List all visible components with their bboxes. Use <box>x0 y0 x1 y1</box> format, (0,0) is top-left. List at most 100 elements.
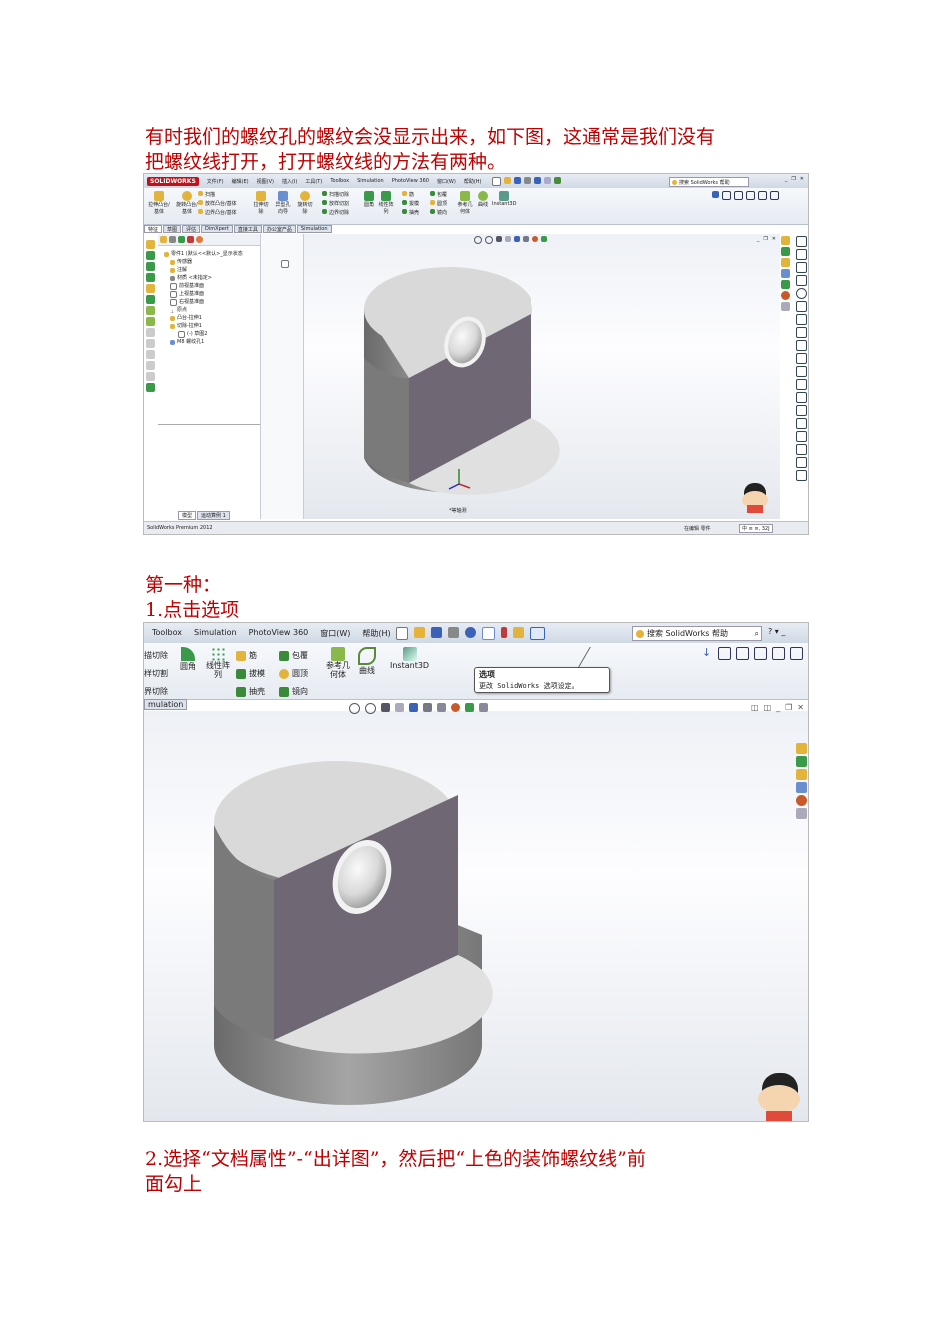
sweep-cut-button[interactable]: 扫描切除 <box>322 191 349 200</box>
appearances-icon[interactable] <box>796 795 807 806</box>
offset-icon[interactable] <box>796 405 807 416</box>
wrap-button[interactable]: 包覆 <box>279 647 308 665</box>
view-orientation-icon[interactable] <box>409 703 418 712</box>
rebuild-icon[interactable] <box>501 627 507 638</box>
tree-item-material[interactable]: 材质 <未指定> <box>164 274 260 282</box>
viewport-tile-icon[interactable]: ◫ <box>751 703 759 712</box>
property-tab-icon[interactable] <box>169 236 176 243</box>
previous-view-icon[interactable] <box>381 703 390 712</box>
repair-icon[interactable] <box>796 470 807 481</box>
rib-button[interactable]: 筋 <box>236 647 265 665</box>
menu-simulation[interactable]: Simulation <box>194 628 237 639</box>
dimxpert-tab-icon[interactable] <box>187 236 194 243</box>
options-icon[interactable] <box>530 627 545 640</box>
restore-icon[interactable]: ❐ <box>791 176 795 182</box>
help-search-input[interactable]: 搜索 SolidWorks 帮助 <box>669 177 749 187</box>
task-icon-12[interactable] <box>146 361 155 370</box>
help-search-input[interactable]: 搜索 SolidWorks 帮助 ⌕ <box>632 626 762 641</box>
new-icon[interactable] <box>491 176 501 186</box>
menu-toolbox[interactable]: Toolbox <box>152 628 182 639</box>
instant3d-button[interactable]: Instant3D <box>492 191 516 215</box>
tab-simulation[interactable]: mulation <box>144 699 188 710</box>
graphics-viewport[interactable]: ◫ ◫ _ ❐ ✕ <box>144 703 808 1121</box>
tree-item-top-plane[interactable]: 上视基准面 <box>164 290 260 298</box>
hole-wizard-button[interactable]: 异型孔向导 <box>274 191 292 215</box>
reference-geometry-button[interactable]: 参考几何体 <box>324 647 352 679</box>
iso-view-icon[interactable] <box>772 647 785 660</box>
viewport-restore-icon[interactable]: ❐ <box>763 236 767 242</box>
mirror-entities-icon[interactable] <box>796 392 807 403</box>
boundary-boss-button[interactable]: 边界凸台/基体 <box>198 209 237 218</box>
menu-help[interactable]: 帮助(H) <box>464 178 482 185</box>
view-orientation-icon[interactable]: ↓ <box>702 647 713 658</box>
right-view-icon[interactable] <box>746 191 755 200</box>
tab-sketch[interactable]: 草图 <box>163 225 182 233</box>
shell-button[interactable]: 抽壳 <box>236 683 265 701</box>
undo-icon[interactable] <box>533 176 541 184</box>
loft-boss-button[interactable]: 放样凸台/基体 <box>198 200 237 209</box>
menu-view[interactable]: 视图(V) <box>257 178 274 185</box>
file-explorer-icon[interactable] <box>796 769 807 780</box>
instant3d-button[interactable]: Instant3D <box>390 647 429 679</box>
viewport-minimize-icon[interactable]: _ <box>757 236 760 242</box>
close-icon[interactable]: ✕ <box>800 176 804 182</box>
dimetric-view-icon[interactable] <box>790 647 803 660</box>
resources-icon[interactable] <box>796 743 807 754</box>
open-icon[interactable] <box>414 627 425 638</box>
boundary-cut-button[interactable]: 边界切除 <box>322 209 349 218</box>
select-icon[interactable] <box>543 176 551 184</box>
menu-insert[interactable]: 插入(I) <box>282 178 297 185</box>
select-icon[interactable] <box>482 627 495 640</box>
zoom-to-fit-icon[interactable] <box>349 703 360 714</box>
tree-item-boss-extrude[interactable]: 凸台-拉伸1 <box>164 314 260 322</box>
task-icon-10[interactable] <box>146 339 155 348</box>
view-palette-icon[interactable] <box>796 782 807 793</box>
tree-item-annotations[interactable]: 注解 <box>164 266 260 274</box>
task-icon-8[interactable] <box>146 317 155 326</box>
fillet-sketch-icon[interactable] <box>796 340 807 351</box>
options-icon[interactable] <box>553 176 561 184</box>
task-icon-7[interactable] <box>146 306 155 315</box>
undo-icon[interactable] <box>465 627 476 638</box>
save-icon[interactable] <box>431 627 442 638</box>
task-icon-2[interactable] <box>146 251 155 260</box>
search-icon[interactable] <box>781 269 790 278</box>
viewport-tile2-icon[interactable]: ◫ <box>764 703 772 712</box>
scene-icon[interactable] <box>541 236 547 242</box>
tab-motion-study[interactable]: 运动算例 1 <box>197 511 230 520</box>
hide-show-icon[interactable] <box>437 703 446 712</box>
task-icon-9[interactable] <box>146 328 155 337</box>
display-tab-icon[interactable] <box>196 236 203 243</box>
config-tab-icon[interactable] <box>178 236 185 243</box>
zoom-area-icon[interactable] <box>485 236 493 244</box>
circle-icon[interactable] <box>796 288 807 299</box>
print-icon[interactable] <box>448 627 459 638</box>
task-icon-1[interactable] <box>146 240 155 249</box>
dome-button[interactable]: 圆顶 <box>279 665 308 683</box>
mirror-button[interactable]: 镜向 <box>279 683 308 701</box>
tree-item-sketch2[interactable]: (-) 草图2 <box>164 330 260 338</box>
task-icon-11[interactable] <box>146 350 155 359</box>
front-view-icon[interactable] <box>718 647 731 660</box>
resources-icon[interactable] <box>781 236 790 245</box>
centerline-icon[interactable] <box>796 379 807 390</box>
file-explorer-icon[interactable] <box>781 258 790 267</box>
draft-button[interactable]: 拔模 <box>402 200 419 209</box>
graphics-viewport[interactable]: _ ❐ ✕ *等轴测 <box>304 234 780 519</box>
reference-geometry-button[interactable]: 参考几何体 <box>456 191 474 215</box>
section-view-icon[interactable] <box>395 703 404 712</box>
view-palette-icon[interactable] <box>781 280 790 289</box>
extend-icon[interactable] <box>796 431 807 442</box>
linear-pattern-button[interactable]: 线性阵列 <box>378 191 394 215</box>
section-view-icon[interactable] <box>505 236 511 242</box>
point-icon[interactable] <box>796 366 807 377</box>
tab-evaluate[interactable]: 评估 <box>182 225 201 233</box>
help-dropdown-icon[interactable]: ? ▾ _ <box>768 627 785 636</box>
rib-button[interactable]: 筋 <box>402 191 419 200</box>
pattern-icon[interactable] <box>796 444 807 455</box>
fillet-button[interactable]: 圆角 <box>364 191 374 215</box>
viewport-close-icon[interactable]: ✕ <box>797 703 804 712</box>
top-view-icon[interactable] <box>734 191 743 200</box>
tab-features[interactable]: 特征 <box>144 225 163 233</box>
display-style-icon[interactable] <box>423 703 432 712</box>
